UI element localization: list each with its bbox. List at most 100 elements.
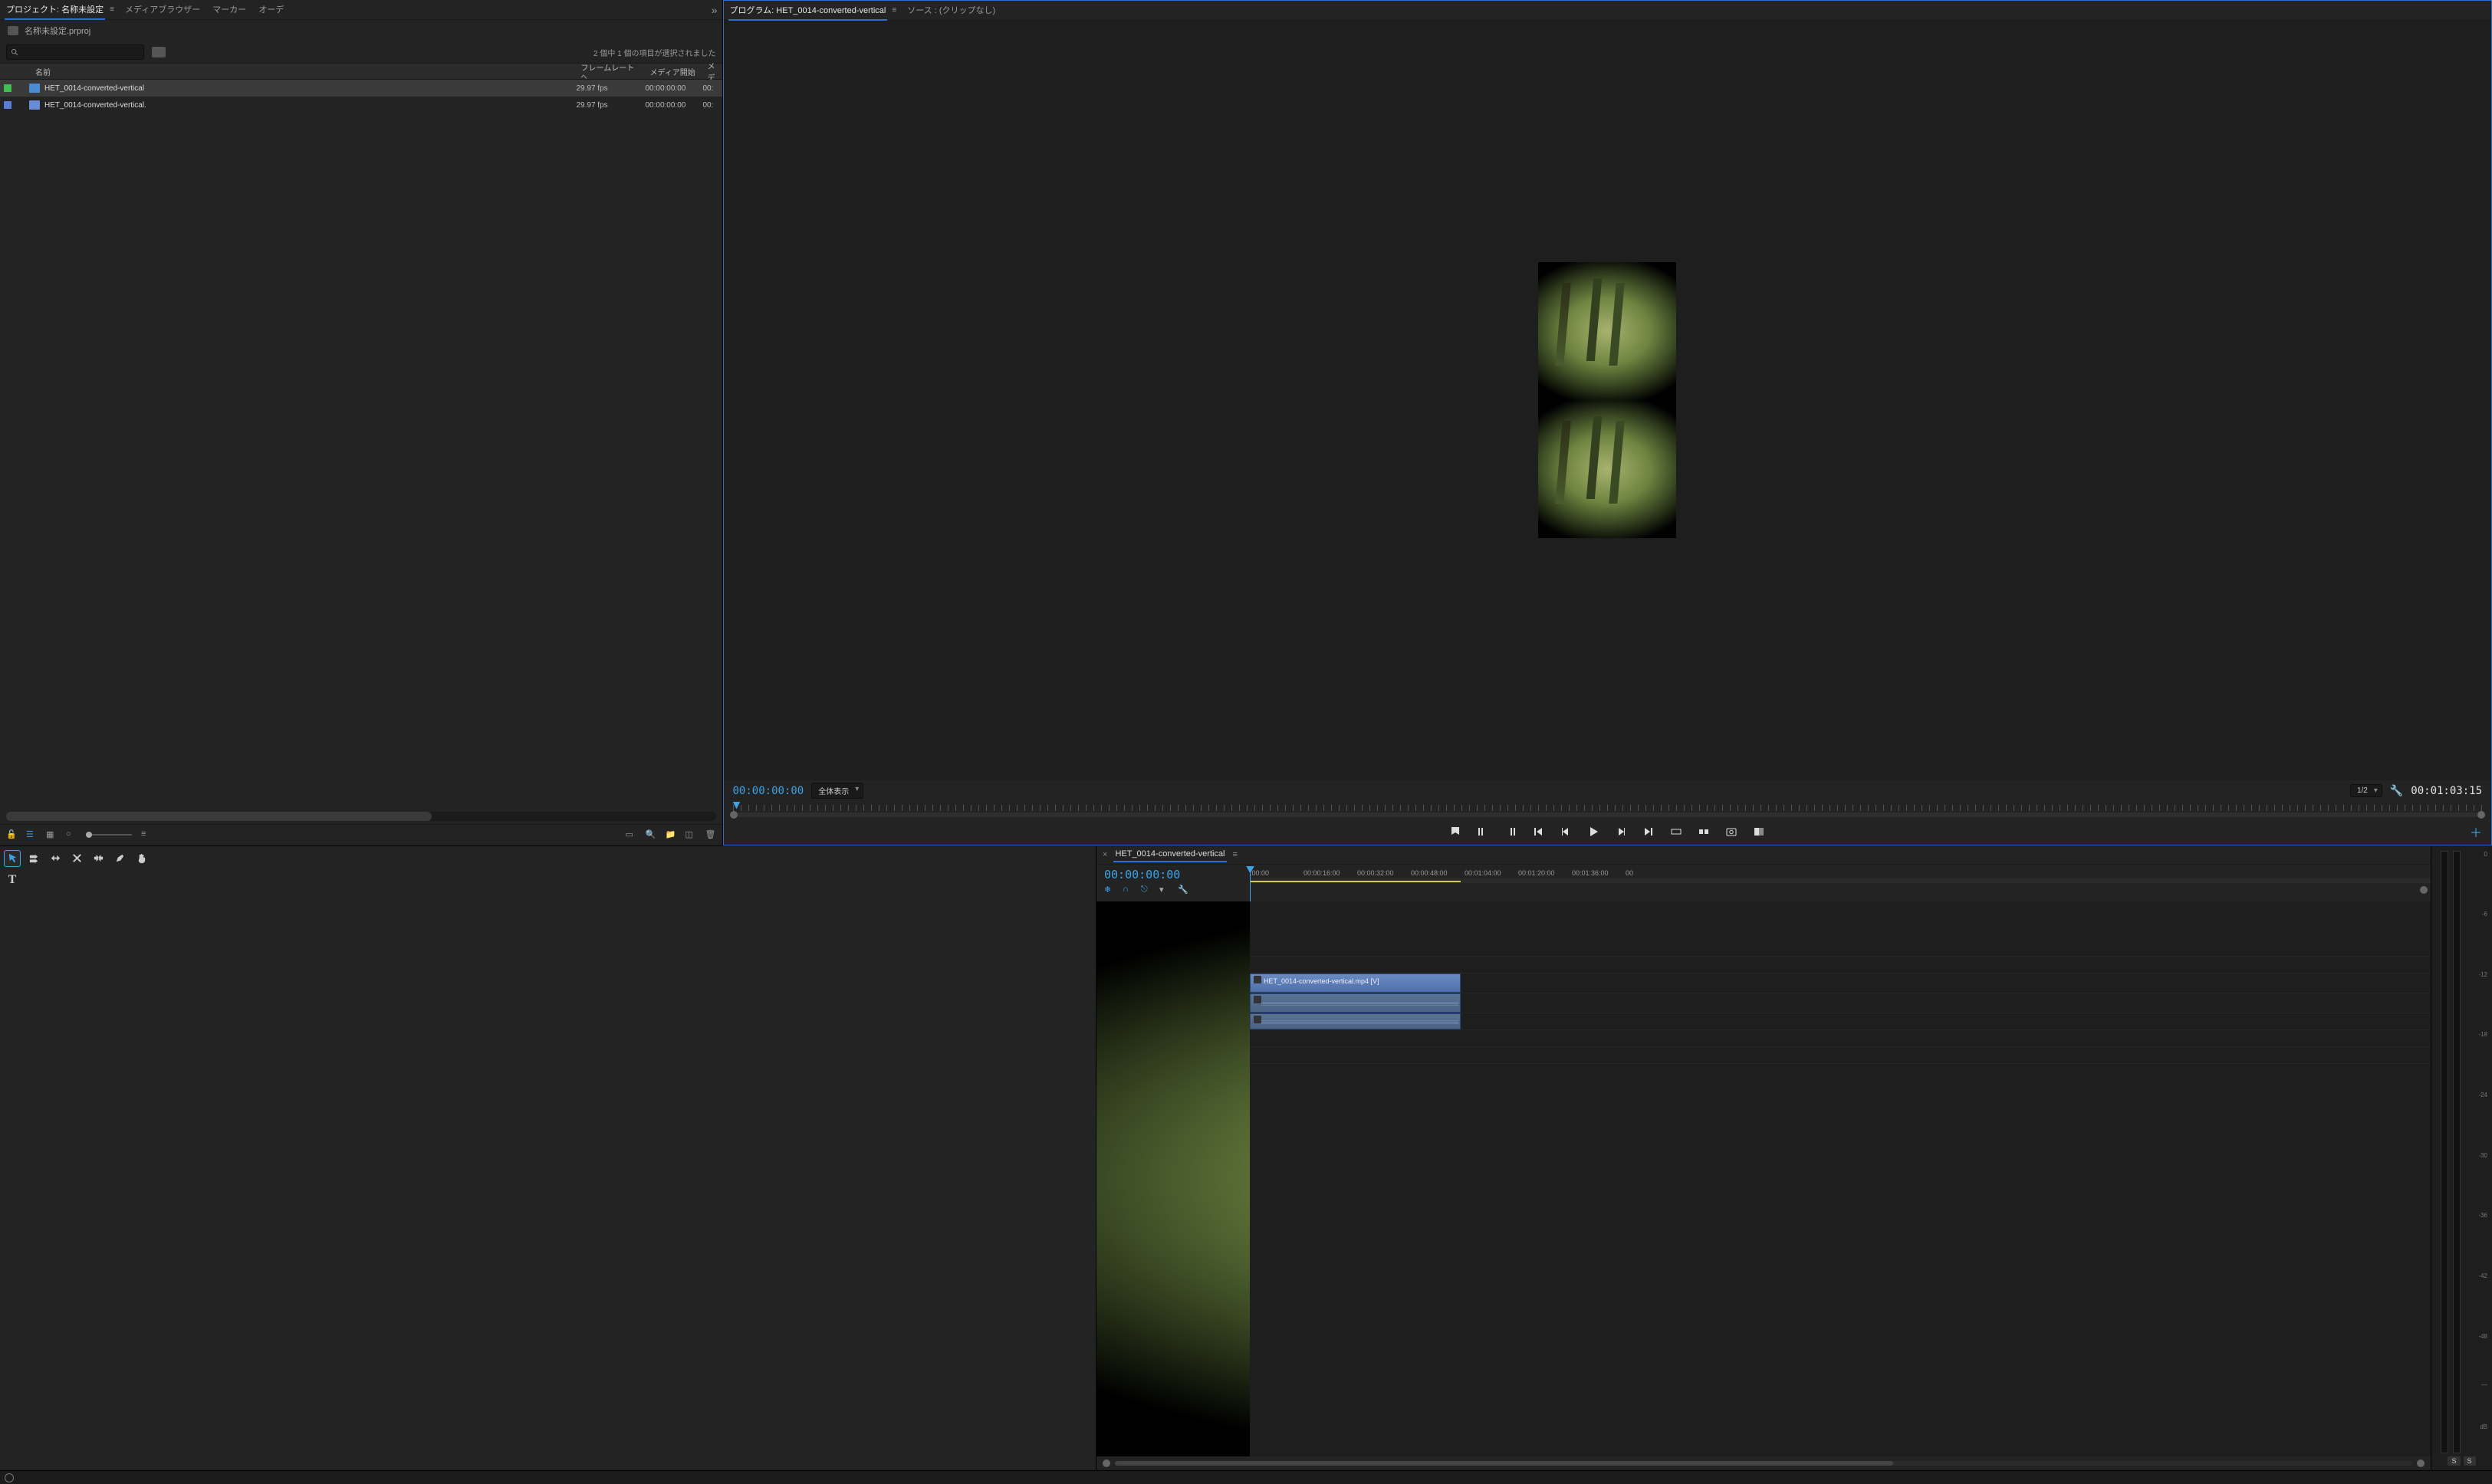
comparison-view-button[interactable] [1752, 825, 1766, 839]
eye-icon[interactable]: 👁 [1152, 979, 1162, 987]
project-breadcrumb: 名称未設定.prproj [0, 20, 722, 41]
ruler-zoom-handle[interactable] [2420, 886, 2428, 894]
mark-out-button[interactable] [1504, 825, 1517, 839]
zoom-handle-right[interactable] [2417, 1459, 2425, 1467]
tab-source[interactable]: ソース : (クリップなし) [906, 1, 997, 21]
audio-clip[interactable] [1250, 993, 1461, 1013]
col-fps[interactable]: フレームレート ヘ [577, 61, 646, 81]
auto-match-icon[interactable]: ▭ [626, 829, 636, 840]
play-button[interactable] [1586, 825, 1600, 839]
tabs-overflow-icon[interactable]: » [712, 4, 718, 16]
settings-wrench-icon[interactable]: 🔧 [2390, 784, 2403, 797]
selection-tool[interactable] [5, 851, 20, 866]
solo-left-button[interactable]: S [2448, 1456, 2460, 1466]
tab-audio[interactable]: オーデ [257, 0, 285, 20]
export-frame-button[interactable] [1724, 825, 1738, 839]
selection-count: 2 個中 1 個の項目が選択されました [593, 47, 715, 58]
list-view-icon[interactable]: ☰ [26, 829, 37, 840]
insert-mode-icon[interactable]: ❄ [1104, 885, 1115, 895]
timeline-lanes[interactable]: HET_0014-converted-vertical.mp4 [V] [1250, 901, 2431, 1456]
zoom-handle-left[interactable] [730, 811, 738, 819]
panel-menu-icon[interactable]: ≡ [110, 5, 114, 14]
sequence-tab[interactable]: HET_0014-converted-vertical [1113, 847, 1226, 862]
go-to-out-button[interactable] [1642, 825, 1655, 839]
lift-button[interactable] [1669, 825, 1683, 839]
sync-status-icon[interactable] [5, 1473, 14, 1482]
item-end: 00: [703, 84, 722, 93]
snap-icon[interactable]: ∩ [1123, 885, 1133, 895]
thumbnail-size-slider[interactable] [86, 834, 132, 836]
write-lock-icon[interactable]: 🔓 [6, 829, 17, 840]
program-duration-timecode: 00:01:03:15 [2411, 785, 2482, 797]
project-columns-header: 名前 フレームレート ヘ メディア開始 メデ [0, 63, 722, 80]
type-tool[interactable]: T [5, 872, 20, 888]
timeline-ruler[interactable]: :00:00 00:00:16:00 00:00:32:00 00:00:48:… [1250, 865, 2431, 901]
slip-tool[interactable] [90, 851, 106, 866]
razor-tool[interactable] [69, 851, 84, 866]
program-tab-bar: プログラム: HET_0014-converted-vertical ≡ ソース… [724, 1, 2492, 21]
video-clip[interactable]: HET_0014-converted-vertical.mp4 [V] [1250, 973, 1461, 993]
tab-markers[interactable]: マーカー [211, 0, 248, 20]
tab-program[interactable]: プログラム: HET_0014-converted-vertical [728, 1, 888, 21]
project-search-input[interactable] [6, 44, 144, 60]
project-toolbar: 🔓 ☰ ▦ ○ ≡ ▭ 🔍 📁 ◫ 🗑 [0, 824, 722, 845]
sort-menu-icon[interactable]: ≡ [141, 829, 152, 840]
pen-tool[interactable] [112, 851, 127, 866]
timeline-settings-icon[interactable]: 🔧 [1178, 885, 1188, 895]
fx-badge-icon[interactable] [1254, 1016, 1261, 1023]
button-editor-icon[interactable]: ＋ [2470, 822, 2482, 841]
tab-project[interactable]: プロジェクト: 名称未設定 [5, 0, 105, 20]
panel-menu-icon[interactable]: ≡ [892, 6, 896, 15]
freeform-view-icon[interactable]: ○ [66, 829, 77, 840]
tab-media-browser[interactable]: メディアブラウザー [123, 0, 202, 20]
work-area-bar[interactable] [1250, 881, 1461, 882]
audio-clip[interactable] [1250, 1013, 1461, 1029]
ripple-edit-tool[interactable] [48, 851, 63, 866]
new-bin-icon[interactable] [152, 47, 166, 57]
item-start: 00:00:00:00 [646, 101, 703, 110]
step-forward-button[interactable] [1614, 825, 1628, 839]
close-sequence-icon[interactable]: × [1103, 850, 1107, 859]
go-to-in-button[interactable] [1531, 825, 1545, 839]
label-color-chip[interactable] [4, 101, 12, 109]
find-icon[interactable]: 🔍 [646, 829, 656, 840]
extract-button[interactable] [1697, 825, 1711, 839]
panel-menu-icon[interactable]: ≡ [1233, 850, 1238, 859]
mark-in-button[interactable] [1476, 825, 1490, 839]
fx-badge-icon[interactable] [1254, 996, 1261, 1003]
new-item-icon[interactable]: ◫ [685, 829, 696, 840]
linked-selection-icon[interactable]: ⎋ [1141, 885, 1152, 895]
meter-channel-right [2453, 851, 2461, 1453]
add-marker-button[interactable] [1448, 825, 1462, 839]
program-video-viewport[interactable] [724, 21, 2492, 780]
project-h-scrollbar[interactable] [6, 812, 716, 821]
timeline-marker-icon[interactable]: ▾ [1159, 885, 1170, 895]
label-color-chip[interactable] [4, 84, 12, 92]
video-track-header[interactable]: 🔒 V1 ▭ 👁 [1096, 973, 1249, 993]
sequence-icon [29, 100, 40, 110]
zoom-dropdown[interactable]: 1/2 [2350, 784, 2382, 797]
status-bar [0, 1470, 2492, 1484]
fx-badge-icon[interactable] [1254, 976, 1261, 983]
timeline-panel: × HET_0014-converted-vertical ≡ 00:00:00… [1096, 846, 2431, 1470]
program-current-timecode[interactable]: 00:00:00:00 [733, 785, 804, 797]
clip-icon [29, 84, 40, 93]
zoom-handle-left[interactable] [1103, 1459, 1110, 1467]
col-name[interactable]: 名前 [15, 66, 577, 77]
timeline-h-scrollbar[interactable] [1096, 1456, 2431, 1470]
new-bin-icon[interactable]: 📁 [666, 829, 676, 840]
icon-view-icon[interactable]: ▦ [46, 829, 57, 840]
program-scrub-bar[interactable] [724, 802, 2492, 819]
program-transport-bar: ＋ [724, 819, 2492, 845]
col-media-start[interactable]: メディア開始 [646, 66, 703, 77]
project-item-row[interactable]: HET_0014-converted-vertical. 29.97 fps 0… [0, 97, 722, 113]
zoom-handle-right[interactable] [2477, 811, 2485, 819]
solo-right-button[interactable]: S [2464, 1456, 2476, 1466]
track-select-tool[interactable] [26, 851, 41, 866]
project-item-row[interactable]: HET_0014-converted-vertical 29.97 fps 00… [0, 80, 722, 97]
timeline-playhead-timecode[interactable]: 00:00:00:00 [1104, 868, 1242, 882]
fit-dropdown[interactable]: 全体表示 [811, 783, 863, 799]
trash-icon[interactable]: 🗑 [705, 829, 716, 840]
step-back-button[interactable] [1559, 825, 1573, 839]
hand-tool[interactable] [133, 851, 149, 866]
